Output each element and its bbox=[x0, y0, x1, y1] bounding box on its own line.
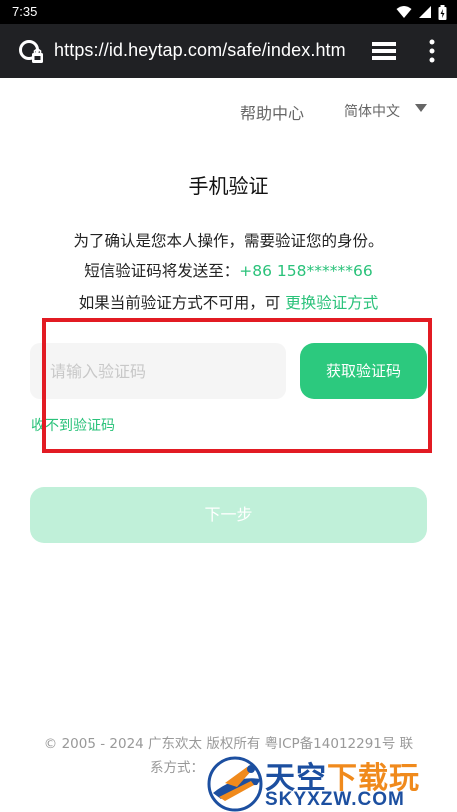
language-select[interactable]: 简体中文 bbox=[344, 101, 400, 121]
status-bar: 7:35 bbox=[0, 0, 457, 24]
watermark: 天空下载玩 SKYXZW.COM bbox=[205, 755, 457, 812]
url-field[interactable]: https://id.heytap.com/safe/index.htm bbox=[54, 40, 350, 61]
footer-copyright: © 2005 - 2024 广东欢太 版权所有 粤ICP备14012291号 联 bbox=[43, 736, 414, 752]
site-security-icon[interactable] bbox=[18, 39, 44, 65]
status-time: 7:35 bbox=[12, 4, 38, 19]
highlight-annotation-box bbox=[42, 318, 432, 453]
signal-icon bbox=[419, 6, 431, 18]
watermark-subtitle: SKYXZW.COM bbox=[265, 789, 405, 810]
browser-toolbar: https://id.heytap.com/safe/index.htm bbox=[0, 24, 457, 78]
alternative-method-line: 如果当前验证方式不可用，可 更换验证方式 bbox=[0, 291, 457, 313]
sms-target-line: 短信验证码将发送至：+86 158******66 bbox=[0, 259, 457, 281]
wifi-icon bbox=[396, 6, 412, 18]
verification-notice: 为了确认是您本人操作，需要验证您的身份。 bbox=[73, 232, 384, 250]
footer-contact: 系方式： bbox=[150, 760, 204, 776]
battery-icon bbox=[438, 4, 447, 20]
airplane-logo-icon bbox=[207, 756, 263, 812]
change-method-link[interactable]: 更换验证方式 bbox=[285, 294, 378, 312]
help-center-link[interactable]: 帮助中心 bbox=[240, 100, 304, 124]
more-menu-icon[interactable] bbox=[425, 38, 439, 64]
page-title: 手机验证 bbox=[188, 174, 269, 198]
phone-number: +86 158******66 bbox=[239, 262, 373, 280]
alternative-method-label: 如果当前验证方式不可用，可 bbox=[78, 294, 281, 312]
tabs-icon[interactable] bbox=[370, 38, 398, 64]
status-icons bbox=[396, 4, 447, 20]
sms-target-label: 短信验证码将发送至： bbox=[84, 262, 240, 280]
caret-down-icon[interactable] bbox=[414, 103, 428, 113]
next-button[interactable]: 下一步 bbox=[30, 487, 427, 543]
